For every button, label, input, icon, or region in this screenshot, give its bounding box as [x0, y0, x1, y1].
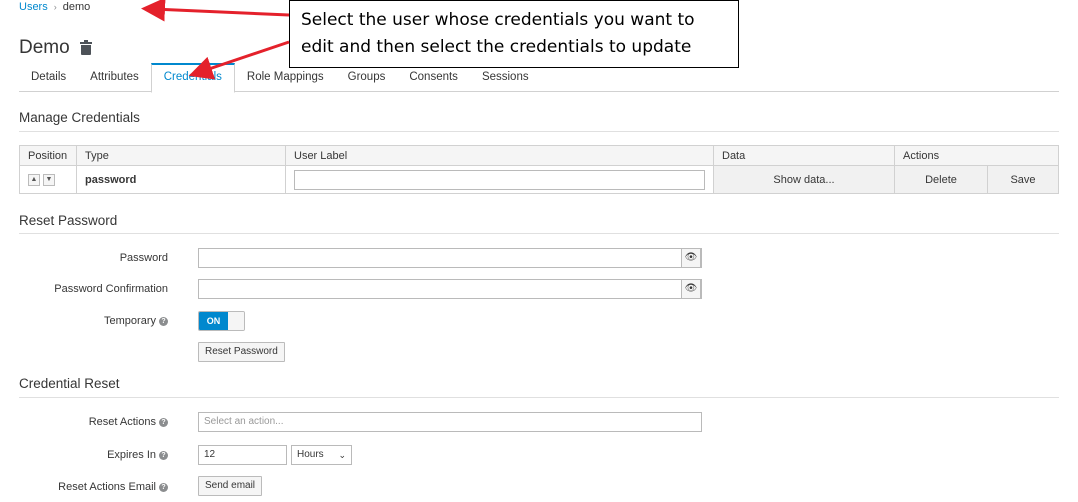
- reset-actions-select[interactable]: Select an action...: [198, 412, 702, 432]
- annotation-callout: Select the user whose credentials you wa…: [289, 0, 739, 68]
- reset-actions-email-label: Reset Actions Email ?: [58, 481, 168, 493]
- expires-in-label-text: Expires In: [107, 449, 156, 461]
- expires-unit-select[interactable]: Hours ⌄: [291, 445, 352, 465]
- breadcrumb: Users › demo: [19, 1, 90, 13]
- column-user-label: User Label: [285, 145, 714, 166]
- section-divider: [19, 233, 1059, 234]
- column-data: Data: [713, 145, 895, 166]
- temporary-label: Temporary ?: [104, 315, 168, 327]
- reset-password-title: Reset Password: [19, 213, 118, 228]
- page-title: Demo: [19, 37, 70, 58]
- move-up-button[interactable]: ▲: [28, 173, 40, 186]
- user-label-cell: [285, 165, 714, 194]
- eye-icon[interactable]: 👁: [681, 248, 701, 268]
- help-icon: ?: [159, 450, 168, 460]
- send-email-button[interactable]: Send email: [198, 476, 263, 496]
- breadcrumb-current: demo: [62, 1, 91, 13]
- toggle-knob: [228, 312, 244, 330]
- password-label-text: Password: [119, 252, 168, 264]
- temporary-label-text: Temporary: [104, 315, 156, 327]
- column-position: Position: [19, 145, 77, 166]
- table-row: ▲ ▼ password Show data... Delete Save: [19, 165, 1059, 194]
- breadcrumb-users-link[interactable]: Users: [19, 1, 48, 13]
- credentials-table: Position Type User Label Data Actions ▲ …: [19, 145, 1059, 194]
- user-label-input[interactable]: [294, 169, 705, 190]
- credential-reset-title: Credential Reset: [19, 376, 120, 391]
- arrow-to-breadcrumb: [141, 0, 290, 22]
- expires-in-input[interactable]: 12: [198, 445, 287, 465]
- move-down-button[interactable]: ▼: [43, 173, 55, 186]
- eye-icon[interactable]: 👁: [681, 279, 701, 299]
- help-icon: ?: [159, 417, 168, 427]
- tab-details[interactable]: Details: [19, 63, 78, 92]
- reset-actions-label-text: Reset Actions: [88, 416, 156, 428]
- password-confirmation-label: Password Confirmation: [54, 283, 168, 295]
- manage-credentials-title: Manage Credentials: [19, 110, 140, 125]
- help-icon: ?: [159, 482, 168, 492]
- chevron-down-icon: ⌄: [338, 450, 346, 460]
- tab-credentials[interactable]: Credentials: [150, 63, 235, 93]
- show-data-button[interactable]: Show data...: [713, 165, 895, 194]
- credential-type: password: [76, 165, 286, 194]
- section-divider: [19, 397, 1059, 398]
- reset-actions-email-label-text: Reset Actions Email: [58, 481, 156, 493]
- delete-button[interactable]: Delete: [894, 165, 988, 194]
- section-divider: [19, 131, 1059, 132]
- password-confirmation-label-text: Password Confirmation: [54, 283, 168, 295]
- expires-unit-value: Hours: [297, 449, 324, 460]
- annotation-line-2: edit and then select the credentials to …: [301, 37, 692, 57]
- password-label: Password: [120, 252, 168, 264]
- temporary-toggle[interactable]: ON: [198, 311, 245, 331]
- expires-in-label: Expires In ?: [107, 449, 168, 461]
- table-header-row: Position Type User Label Data Actions: [19, 145, 1059, 166]
- page-title-row: Demo: [19, 37, 92, 59]
- reset-password-button[interactable]: Reset Password: [198, 342, 285, 362]
- annotation-line-1: Select the user whose credentials you wa…: [301, 10, 695, 30]
- column-actions: Actions: [894, 145, 1059, 166]
- expires-in-value: 12: [204, 449, 216, 460]
- tab-attributes[interactable]: Attributes: [78, 63, 151, 92]
- password-field[interactable]: 👁: [198, 248, 702, 268]
- position-cell: ▲ ▼: [19, 165, 77, 194]
- save-button[interactable]: Save: [987, 165, 1059, 194]
- help-icon: ?: [159, 316, 168, 326]
- column-type: Type: [76, 145, 286, 166]
- toggle-on-label: ON: [199, 312, 228, 330]
- trash-icon[interactable]: [79, 40, 92, 55]
- reset-actions-placeholder: Select an action...: [204, 416, 284, 427]
- password-confirmation-field[interactable]: 👁: [198, 279, 702, 299]
- reset-actions-label: Reset Actions ?: [89, 416, 168, 428]
- breadcrumb-separator: ›: [53, 2, 57, 12]
